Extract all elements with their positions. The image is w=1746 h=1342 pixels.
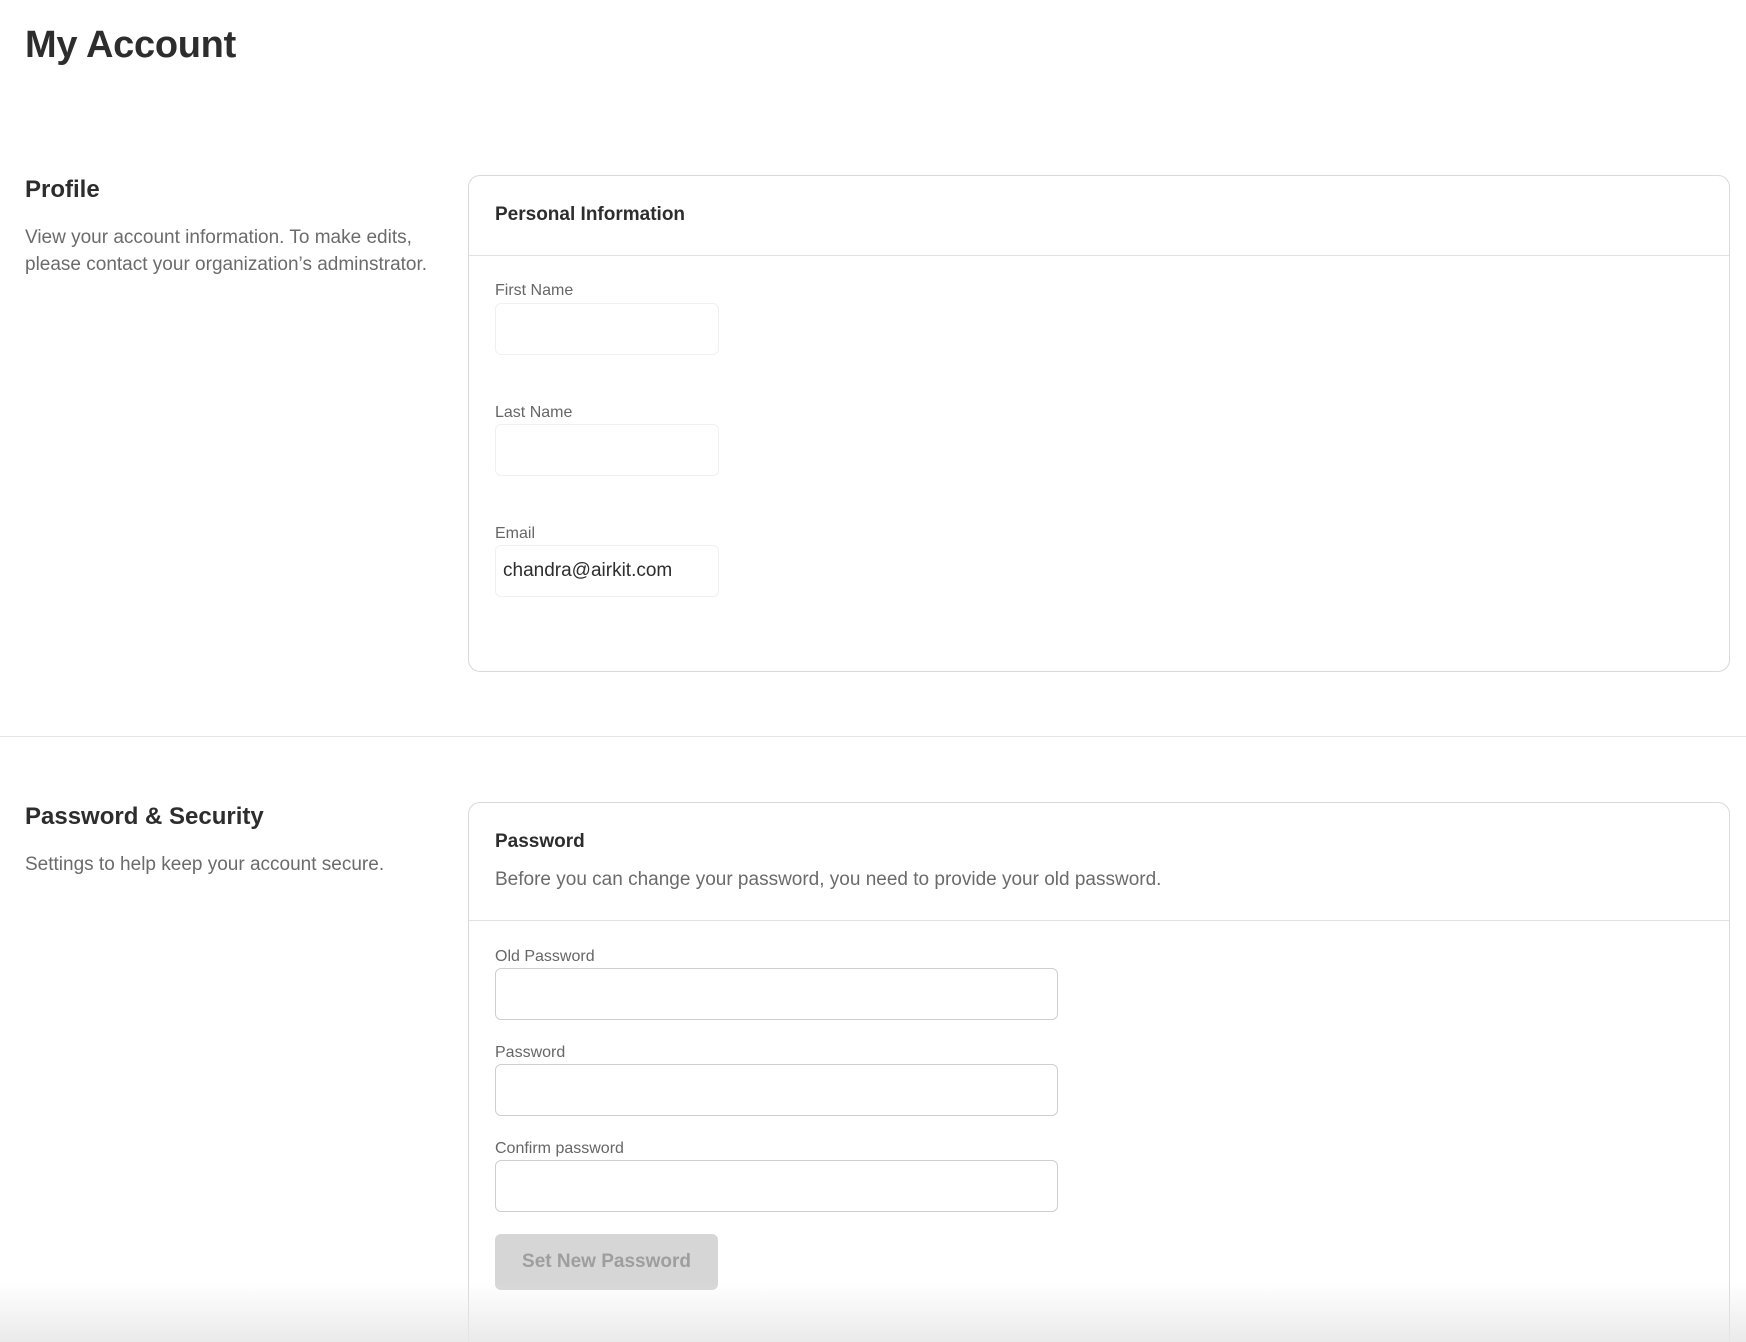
confirm-password-label: Confirm password	[495, 1140, 624, 1157]
page-title: My Account	[25, 24, 236, 66]
last-name-label: Last Name	[495, 404, 573, 421]
email-label: Email	[495, 525, 536, 542]
personal-information-card: Personal Information First Name Last Nam…	[468, 175, 1730, 672]
personal-information-card-header: Personal Information	[469, 176, 1729, 256]
profile-section-heading: Profile	[25, 176, 100, 203]
last-name-field[interactable]	[495, 424, 719, 476]
old-password-label: Old Password	[495, 948, 595, 965]
confirm-password-field[interactable]	[495, 1160, 1058, 1212]
first-name-label: First Name	[495, 282, 574, 299]
profile-section-description: View your account information. To make e…	[25, 227, 428, 275]
account-page: My Account Profile View your account inf…	[0, 0, 1746, 1342]
new-password-field[interactable]	[495, 1064, 1058, 1116]
password-card-header: Password Before you can change your pass…	[469, 803, 1729, 921]
old-password-field[interactable]	[495, 968, 1058, 1020]
password-card: Password Before you can change your pass…	[468, 802, 1730, 1342]
password-card-title: Password	[495, 831, 585, 852]
first-name-field[interactable]	[495, 303, 719, 355]
section-divider	[0, 736, 1746, 737]
security-section-heading: Password & Security	[25, 803, 264, 830]
password-card-subtitle: Before you can change your password, you…	[495, 869, 1162, 890]
security-section-description: Settings to help keep your account secur…	[25, 854, 385, 875]
set-new-password-button[interactable]: Set New Password	[495, 1234, 718, 1290]
personal-information-title: Personal Information	[495, 204, 686, 225]
password-label: Password	[495, 1044, 566, 1061]
email-field[interactable]	[495, 545, 719, 597]
